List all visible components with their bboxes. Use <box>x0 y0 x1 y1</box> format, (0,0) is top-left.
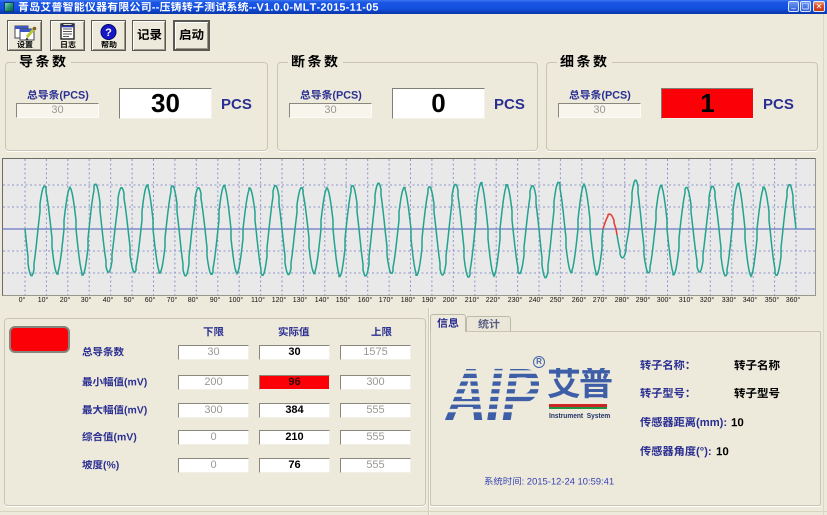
svg-text:?: ? <box>105 27 112 39</box>
